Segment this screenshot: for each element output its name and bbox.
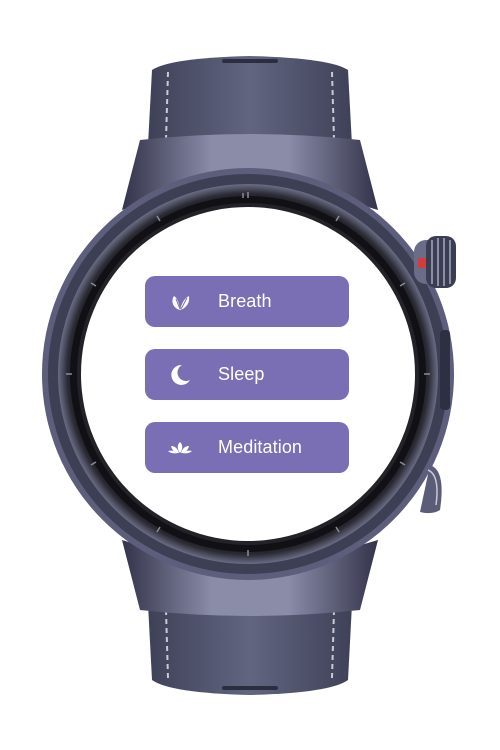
menu-item-label: Meditation [218,437,303,457]
menu-item-label: Sleep [218,364,265,384]
moon-icon [166,361,194,389]
side-case-edge [440,330,450,410]
menu-item-label: Breath [218,291,272,311]
top-strap [148,56,352,145]
menu-item-meditation[interactable]: Meditation [145,422,349,473]
menu-list: Breath Sleep Meditation [145,276,349,495]
watch-screen: Breath Sleep Meditation [81,207,415,541]
crown-button[interactable] [414,236,456,288]
lotus-icon [166,434,194,462]
watch-device: Breath Sleep Meditation [0,0,500,750]
bottom-strap [148,604,352,695]
leaf-icon [166,288,194,316]
menu-item-sleep[interactable]: Sleep [145,349,349,400]
menu-item-breath[interactable]: Breath [145,276,349,327]
